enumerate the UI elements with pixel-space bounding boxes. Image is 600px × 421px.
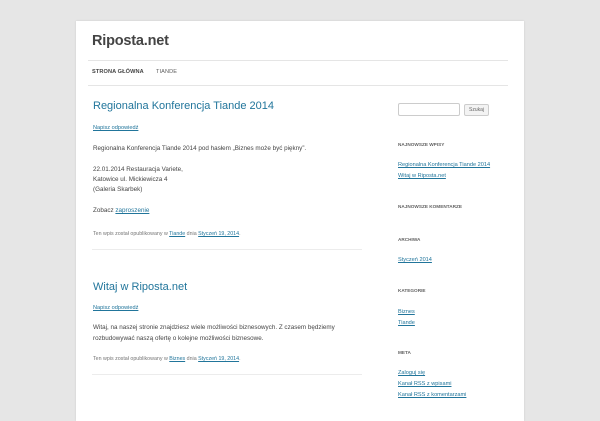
login-link[interactable]: Zaloguj się bbox=[398, 370, 425, 376]
site-title[interactable]: Riposta.net bbox=[92, 33, 169, 49]
meta-text: dnia bbox=[185, 231, 199, 237]
nav-item-tiande[interactable]: Tiande bbox=[156, 69, 177, 75]
nav-item-home[interactable]: Strona główna bbox=[92, 69, 144, 75]
post-divider bbox=[92, 374, 362, 375]
category-link[interactable]: Biznes bbox=[398, 309, 415, 315]
post-paragraph: Katowice ul. Mickiewicza 4 bbox=[93, 176, 168, 183]
recent-post-link[interactable]: Regionalna Konferencja Tiande 2014 bbox=[398, 162, 490, 168]
meta-text: . bbox=[239, 356, 241, 362]
archive-link[interactable]: Styczeń 2014 bbox=[398, 257, 432, 263]
meta-text: dnia bbox=[185, 356, 199, 362]
widget-title-categories: Kategorie bbox=[398, 288, 426, 293]
search-input[interactable] bbox=[398, 103, 460, 116]
post-paragraph: Witaj, na naszej stronie znajdziesz wiel… bbox=[93, 324, 335, 331]
post-title[interactable]: Witaj w Riposta.net bbox=[93, 281, 187, 293]
widget-title-recent-comments: Najnowsze komentarze bbox=[398, 204, 462, 209]
nav-divider-bottom bbox=[88, 85, 508, 86]
post-paragraph: rozbudowywać naszą ofertę o kolejne możl… bbox=[93, 335, 264, 342]
category-link[interactable]: Biznes bbox=[169, 356, 185, 362]
post-paragraph: (Galeria Skarbek) bbox=[93, 186, 143, 193]
search-button[interactable]: Szukaj bbox=[464, 104, 489, 116]
widget-title-archives: Archiwa bbox=[398, 237, 421, 242]
widget-title-meta: Meta bbox=[398, 350, 411, 355]
meta-text: . bbox=[239, 231, 241, 237]
widget-title-recent-posts: Najnowsze wpisy bbox=[398, 142, 445, 147]
post-paragraph: Zobacz zaproszenie bbox=[93, 206, 149, 217]
category-link[interactable]: Tiande bbox=[398, 320, 415, 326]
rss-posts-link[interactable]: Kanał RSS z wpisami bbox=[398, 381, 451, 387]
meta-text: Ten wpis został opublikowany w bbox=[93, 231, 170, 237]
post-title[interactable]: Regionalna Konferencja Tiande 2014 bbox=[93, 100, 274, 112]
category-link[interactable]: Tiande bbox=[169, 231, 185, 237]
post-paragraph: Regionalna Konferencja Tiande 2014 pod h… bbox=[93, 145, 307, 152]
page-container: Riposta.net Strona główna Tiande Regiona… bbox=[76, 21, 524, 421]
meta-text: Ten wpis został opublikowany w bbox=[93, 356, 170, 362]
recent-post-link[interactable]: Witaj w Riposta.net bbox=[398, 173, 446, 179]
nav-divider-top bbox=[88, 60, 508, 61]
post-meta: Ten wpis został opublikowany w Tiande dn… bbox=[93, 231, 241, 237]
invitation-link[interactable]: zaproszenie bbox=[115, 207, 149, 214]
post-divider bbox=[92, 249, 362, 250]
post-paragraph: 22.01.2014 Restauracja Variete, bbox=[93, 166, 183, 173]
date-link[interactable]: Styczeń 19, 2014 bbox=[198, 356, 239, 362]
date-link[interactable]: Styczeń 19, 2014 bbox=[198, 231, 239, 237]
post-meta: Ten wpis został opublikowany w Biznes dn… bbox=[93, 356, 241, 362]
reply-link[interactable]: Napisz odpowiedź bbox=[93, 125, 138, 131]
invite-text: Zobacz bbox=[93, 207, 116, 214]
rss-comments-link[interactable]: Kanał RSS z komentarzami bbox=[398, 392, 466, 398]
reply-link[interactable]: Napisz odpowiedź bbox=[93, 305, 138, 311]
